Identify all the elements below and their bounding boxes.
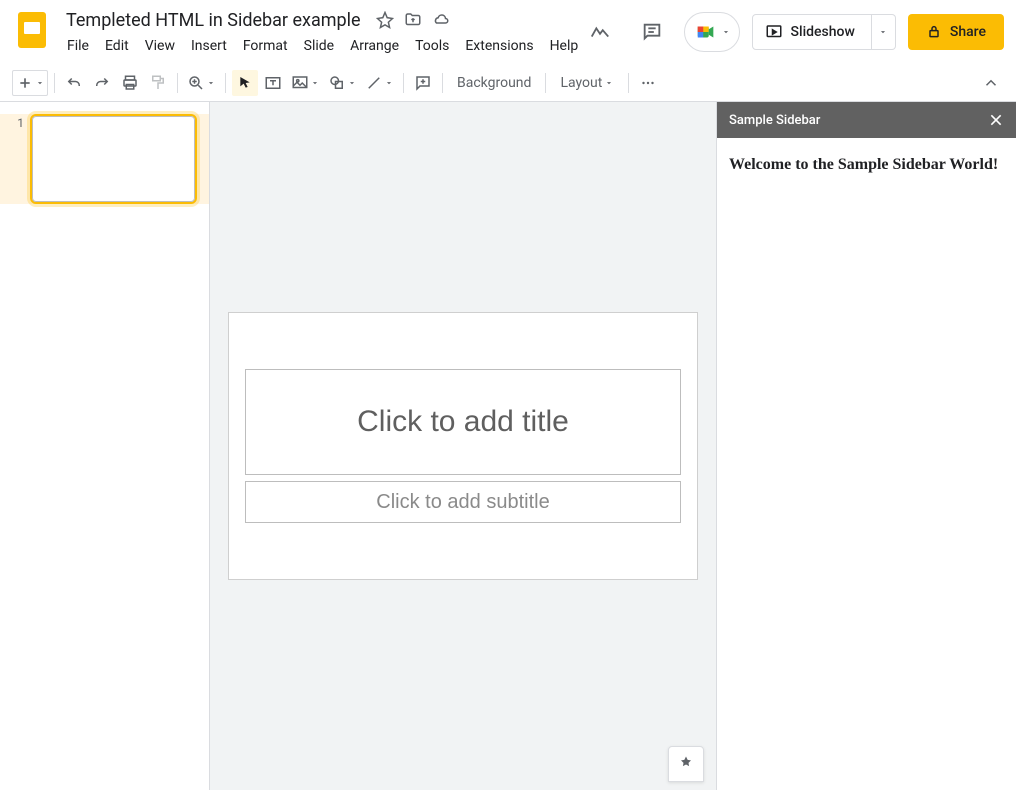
slide-canvas[interactable]: Click to add title Click to add subtitle	[228, 312, 698, 580]
app-header: Templeted HTML in Sidebar example File E…	[0, 0, 1016, 64]
collapse-toolbar-button[interactable]	[978, 70, 1004, 96]
close-icon[interactable]	[988, 112, 1004, 128]
slideshow-group: Slideshow	[752, 14, 896, 50]
new-slide-button[interactable]	[12, 70, 48, 96]
title-area: Templeted HTML in Sidebar example File E…	[60, 8, 580, 58]
menu-tools[interactable]: Tools	[408, 34, 456, 58]
select-tool[interactable]	[232, 70, 258, 96]
meet-button[interactable]	[684, 12, 740, 52]
header-actions: Slideshow Share	[580, 8, 1004, 52]
textbox-tool[interactable]	[260, 70, 286, 96]
separator	[177, 73, 178, 93]
separator	[442, 73, 443, 93]
sidebar-body: Welcome to the Sample Sidebar World!	[717, 138, 1016, 192]
paint-format-button[interactable]	[145, 70, 171, 96]
menu-format[interactable]: Format	[236, 34, 295, 58]
addon-sidebar: Sample Sidebar Welcome to the Sample Sid…	[716, 102, 1016, 790]
cloud-status-icon[interactable]	[431, 10, 451, 30]
separator	[403, 73, 404, 93]
canvas-area[interactable]: Click to add title Click to add subtitle	[210, 102, 716, 790]
sidebar-header: Sample Sidebar	[717, 102, 1016, 138]
print-button[interactable]	[117, 70, 143, 96]
comments-icon[interactable]	[632, 12, 672, 52]
share-label: Share	[950, 24, 986, 40]
slide-number: 1	[10, 114, 24, 204]
more-options-button[interactable]	[635, 70, 661, 96]
layout-button[interactable]: Layout	[552, 70, 622, 96]
shape-tool[interactable]	[325, 70, 360, 96]
star-icon[interactable]	[375, 10, 395, 30]
slideshow-button[interactable]: Slideshow	[752, 14, 872, 50]
layout-label: Layout	[560, 75, 602, 91]
menu-file[interactable]: File	[60, 34, 96, 58]
zoom-button[interactable]	[184, 70, 219, 96]
menu-bar: File Edit View Insert Format Slide Arran…	[60, 34, 580, 58]
share-button[interactable]: Share	[908, 14, 1004, 50]
workspace: 1 Click to add title Click to add subtit…	[0, 102, 1016, 790]
comment-tool[interactable]	[410, 70, 436, 96]
move-folder-icon[interactable]	[403, 10, 423, 30]
title-placeholder[interactable]: Click to add title	[245, 369, 681, 475]
sidebar-title: Sample Sidebar	[729, 113, 820, 128]
undo-button[interactable]	[61, 70, 87, 96]
explore-button[interactable]	[668, 746, 704, 782]
slideshow-label: Slideshow	[791, 24, 855, 40]
activity-icon[interactable]	[580, 12, 620, 52]
menu-edit[interactable]: Edit	[98, 34, 136, 58]
redo-button[interactable]	[89, 70, 115, 96]
separator	[54, 73, 55, 93]
menu-slide[interactable]: Slide	[297, 34, 341, 58]
slideshow-dropdown[interactable]	[872, 14, 896, 50]
menu-insert[interactable]: Insert	[184, 34, 234, 58]
image-tool[interactable]	[288, 70, 323, 96]
filmstrip: 1	[0, 102, 210, 790]
menu-extensions[interactable]: Extensions	[458, 34, 540, 58]
toolbar: Background Layout	[0, 64, 1016, 102]
slide-thumbnail-row[interactable]: 1	[0, 114, 209, 204]
slides-logo[interactable]	[12, 10, 52, 50]
subtitle-placeholder[interactable]: Click to add subtitle	[245, 481, 681, 523]
line-tool[interactable]	[362, 70, 397, 96]
separator	[225, 73, 226, 93]
separator	[628, 73, 629, 93]
background-button[interactable]: Background	[449, 70, 539, 96]
separator	[545, 73, 546, 93]
menu-view[interactable]: View	[138, 34, 182, 58]
document-title[interactable]: Templeted HTML in Sidebar example	[60, 8, 367, 33]
slide-thumbnail[interactable]	[30, 114, 197, 204]
menu-arrange[interactable]: Arrange	[343, 34, 406, 58]
